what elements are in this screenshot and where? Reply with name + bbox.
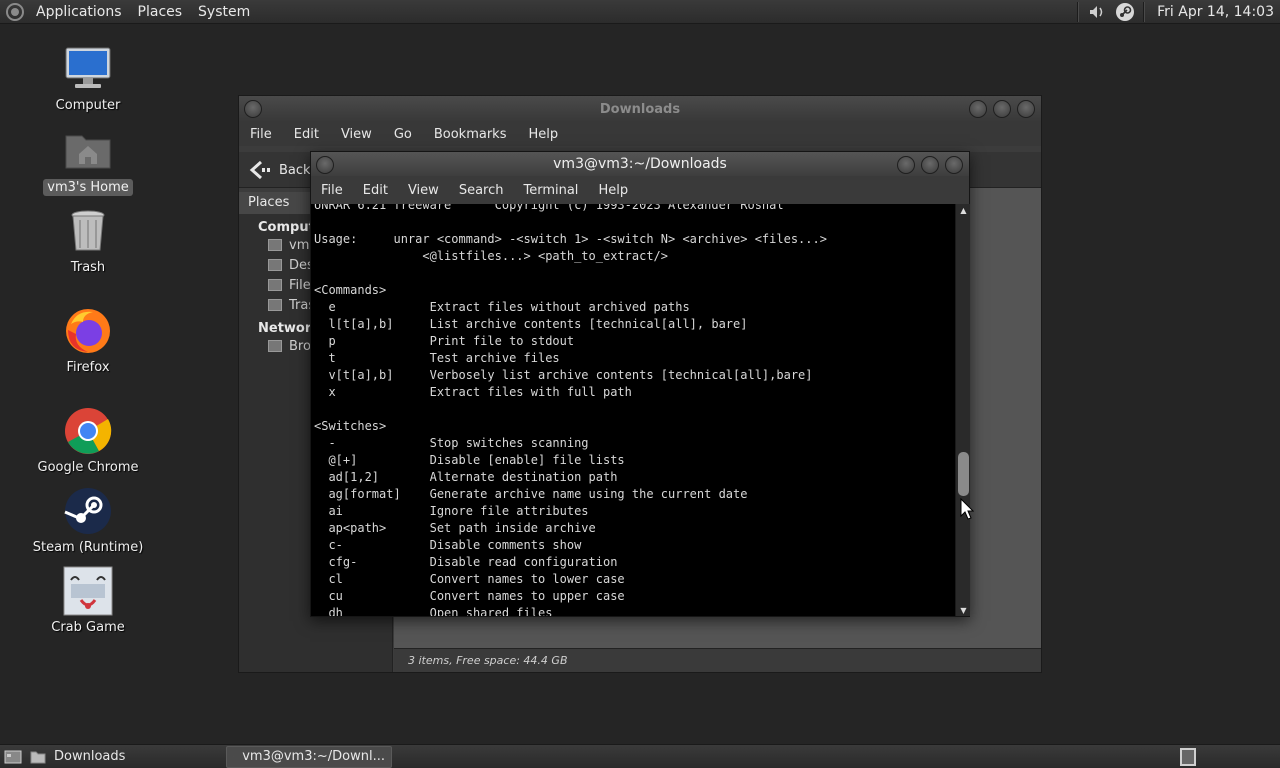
desktop-icon-trash[interactable]: Trash (28, 206, 148, 276)
desktop-icon-steam[interactable]: Steam (Runtime) (28, 486, 148, 556)
taskbar-item-label: Downloads (54, 749, 126, 764)
desktop-icon-label: Computer (55, 98, 121, 113)
terminal-icon (233, 755, 235, 758)
back-button[interactable]: Back (249, 160, 311, 180)
desktop-icon-label: vm3's Home (43, 179, 133, 196)
folder-icon (30, 751, 46, 763)
file-manager-titlebar[interactable]: Downloads (239, 96, 1041, 122)
status-bar: 3 items, Free space: 44.4 GB (394, 648, 1041, 672)
window-menu-button[interactable] (244, 100, 262, 118)
terminal-output[interactable]: UNRAR 6.21 freeware Copyright (c) 1993-2… (311, 204, 955, 616)
top-panel: Applications Places System Fri Apr 14, 1… (0, 0, 1280, 24)
sidebar-item-label: File (289, 277, 311, 293)
computer-icon (63, 44, 113, 94)
close-button[interactable] (945, 156, 963, 174)
tray-separator (1143, 2, 1146, 22)
volume-icon[interactable] (1087, 2, 1107, 22)
desktop-icon-home[interactable]: vm3's Home (28, 126, 148, 196)
desktop-icon-label: Firefox (66, 360, 110, 375)
firefox-icon (63, 306, 113, 356)
trash-icon (268, 299, 282, 311)
mouse-cursor-icon (960, 498, 974, 520)
menu-edit[interactable]: Edit (353, 183, 398, 198)
scroll-down-icon[interactable]: ▼ (956, 604, 971, 616)
show-desktop-icon[interactable] (4, 748, 22, 766)
distro-logo-icon[interactable] (6, 2, 24, 21)
taskbar-item-terminal[interactable]: vm3@vm3:~/Downl... (226, 745, 392, 768)
chrome-icon (63, 406, 113, 456)
desktop-icon-computer[interactable]: Computer (28, 44, 148, 114)
system-tray: Fri Apr 14, 14:03 (1073, 0, 1280, 24)
scroll-up-icon[interactable]: ▲ (956, 204, 971, 216)
places-menu[interactable]: Places (130, 4, 191, 20)
terminal-window: vm3@vm3:~/Downloads File Edit View Searc… (310, 151, 970, 617)
menu-edit[interactable]: Edit (283, 127, 330, 142)
maximize-button[interactable] (921, 156, 939, 174)
window-title: vm3@vm3:~/Downloads (553, 156, 727, 172)
drive-icon (268, 279, 282, 291)
terminal-text: UNRAR 6.21 freeware Copyright (c) 1993-2… (314, 204, 827, 616)
menu-help[interactable]: Help (517, 127, 569, 142)
desktop-icon-label: Trash (70, 260, 106, 275)
terminal-menubar: File Edit View Search Terminal Help (311, 176, 969, 204)
terminal-scrollbar[interactable]: ▲ ▼ (955, 204, 970, 616)
desktop-icon-label: Steam (Runtime) (32, 540, 144, 555)
desktop-icon-label: Google Chrome (37, 460, 139, 475)
minimize-button[interactable] (897, 156, 915, 174)
menu-file[interactable]: File (311, 183, 353, 198)
menu-terminal[interactable]: Terminal (513, 183, 588, 198)
system-menu[interactable]: System (190, 4, 258, 20)
back-arrow-icon (249, 160, 270, 180)
menu-bookmarks[interactable]: Bookmarks (423, 127, 518, 142)
desktop-icon-chrome[interactable]: Google Chrome (28, 406, 148, 476)
desktop-icon-label: Crab Game (51, 620, 125, 635)
workspace-switcher[interactable] (1180, 748, 1196, 766)
file-manager-menubar: File Edit View Go Bookmarks Help (239, 122, 1041, 146)
steam-tray-icon[interactable] (1115, 2, 1135, 22)
home-folder-icon (63, 126, 113, 176)
menu-search[interactable]: Search (449, 183, 514, 198)
network-icon (268, 340, 282, 352)
desktop-icon-firefox[interactable]: Firefox (28, 306, 148, 376)
home-folder-icon (268, 239, 282, 251)
menu-view[interactable]: View (398, 183, 449, 198)
menu-help[interactable]: Help (588, 183, 638, 198)
menu-view[interactable]: View (330, 127, 383, 142)
tray-separator (1077, 2, 1080, 22)
top-menu: Applications Places System (28, 0, 258, 24)
scrollbar-thumb[interactable] (958, 452, 969, 496)
steam-icon (63, 486, 113, 536)
desktop-icon-crab-game[interactable]: Crab Game (28, 566, 148, 636)
menu-file[interactable]: File (239, 127, 283, 142)
minimize-button[interactable] (969, 100, 987, 118)
taskbar-item-downloads[interactable]: Downloads (24, 746, 224, 768)
close-button[interactable] (1017, 100, 1035, 118)
window-title: Downloads (599, 101, 681, 117)
applications-menu[interactable]: Applications (28, 4, 130, 20)
trash-icon (63, 206, 113, 256)
crab-game-icon (63, 566, 113, 616)
sidebar-item-label: Bro (289, 338, 311, 354)
window-menu-button[interactable] (316, 156, 334, 174)
clock[interactable]: Fri Apr 14, 14:03 (1149, 4, 1280, 20)
menu-go[interactable]: Go (383, 127, 423, 142)
maximize-button[interactable] (993, 100, 1011, 118)
terminal-titlebar[interactable]: vm3@vm3:~/Downloads (311, 152, 969, 176)
back-label: Back (279, 162, 311, 178)
taskbar-item-label: vm3@vm3:~/Downl... (242, 749, 385, 764)
desktop-folder-icon (268, 259, 282, 271)
bottom-panel: Downloads vm3@vm3:~/Downl... (0, 744, 1280, 768)
